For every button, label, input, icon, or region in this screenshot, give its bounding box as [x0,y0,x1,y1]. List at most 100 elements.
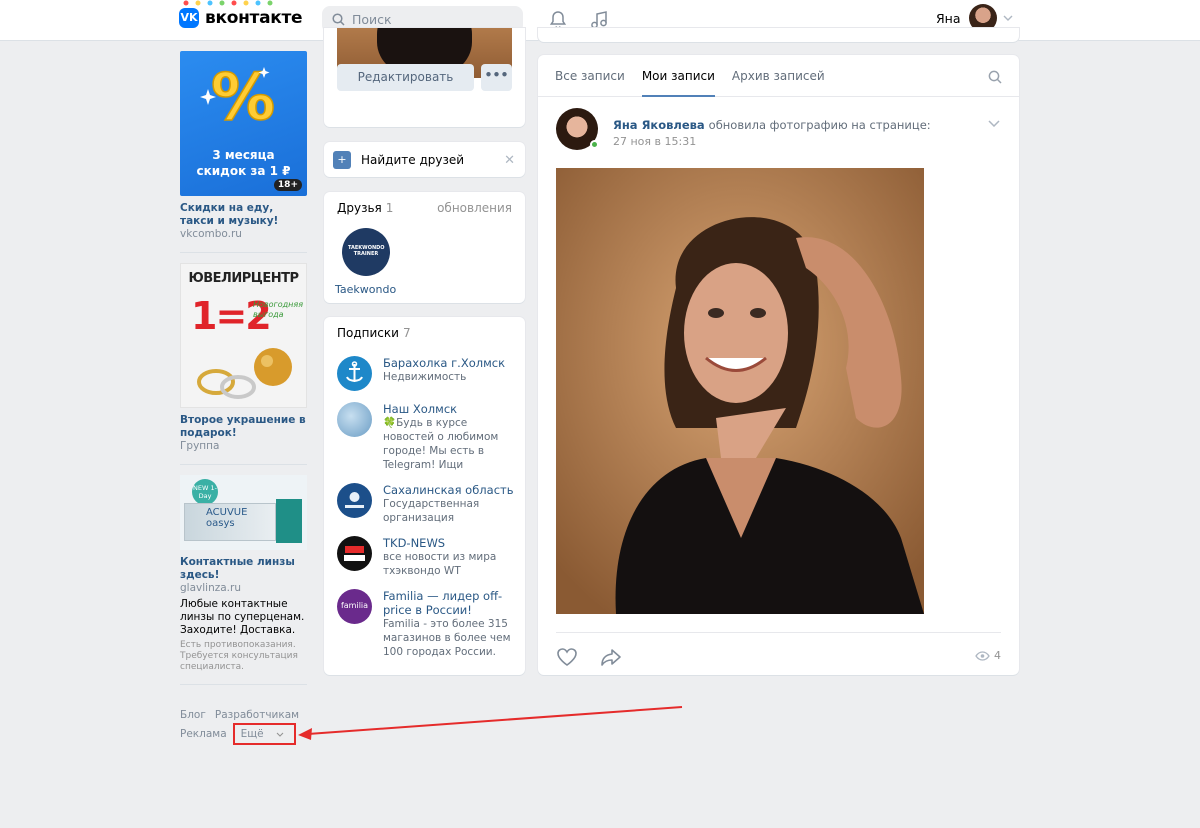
search-placeholder: Поиск [352,12,392,27]
footer-more-button[interactable]: Ещё [232,723,296,745]
annotation-arrow [298,706,683,740]
friends-title: Друзья [337,201,382,215]
profile-photo-card: Редактировать ••• [324,28,525,127]
divider [180,684,307,685]
friend-item[interactable]: TAEKWONDO TRAINER Taekwondo [335,228,397,296]
ad-banner-brand: ЮВЕЛИРЦЕНТР [188,271,299,286]
anchor-icon [346,361,363,382]
left-ads-column: % 3 месяца скидок за 1 ₽ 18+ Скидки на е… [180,41,307,695]
ad-banner-brand: ACUVUE oasys [206,507,248,529]
post-author-avatar[interactable] [556,108,599,150]
subscription-name: Сахалинская область [383,483,514,497]
search-icon [332,13,345,26]
ad-domain[interactable]: Группа [180,440,307,453]
ad-banner-badge: NEW 1-Day [192,479,218,505]
subscription-desc: 🍀Будь в курсе новостей о любимом городе!… [383,417,499,471]
garland-decoration [183,0,273,6]
vk-logo[interactable]: VK вконтакте [179,8,303,28]
wall-top-card [538,28,1019,42]
friends-updates-link[interactable]: обновления [437,201,512,215]
subscriptions-block: Подписки 7 Барахолка г.Холмск Недвижимость… [324,317,525,675]
age-badge: 18+ [273,179,302,191]
subscription-name: Барахолка г.Холмск [383,356,506,370]
post-photo-portrait [556,168,924,614]
find-friends-card[interactable]: + Найдите друзей ✕ [324,142,525,177]
profile-more-button[interactable]: ••• [481,64,512,91]
ad-title[interactable]: Второе украшение в подарок! [180,414,307,440]
subscription-avatar [337,483,372,518]
ad-title[interactable]: Контактные линзы здесь! [180,556,307,582]
region-emblem-icon [345,492,364,508]
more-label: Ещё [240,728,264,740]
ad-domain[interactable]: glavlinza.ru [180,582,307,595]
post-date[interactable]: 27 ноя в 15:31 [613,135,931,148]
vk-logo-text: вконтакте [205,8,303,28]
ad-banner-vkcombo[interactable]: % 3 месяца скидок за 1 ₽ 18+ [180,51,307,196]
rings-ornament-image [197,348,292,399]
subscription-item[interactable]: Барахолка г.Холмск Недвижимость [337,356,517,391]
subscription-name: TKD-NEWS [383,536,446,550]
ad-banner-text: 3 месяца скидок за 1 ₽ [196,148,291,178]
ad-title[interactable]: Скидки на еду, такси и музыку! [180,202,307,228]
subscription-name: Наш Холмск [383,402,458,416]
vk-logo-icon: VK [179,8,199,28]
subscription-avatar [337,356,372,391]
friend-name: Taekwondo [335,283,397,296]
friends-block: Друзья 1 обновления TAEKWONDO TRAINER Tae… [324,192,525,303]
ad-domain[interactable]: vkcombo.ru [180,228,307,241]
online-indicator [590,140,599,149]
subscription-desc: все новости из мира тхэквондо WT [383,551,497,577]
subscriptions-header[interactable]: Подписки 7 [337,326,411,340]
footer-link-developers[interactable]: Разработчикам [215,709,299,721]
subscription-item[interactable]: Наш Холмск 🍀Будь в курсе новостей о любим… [337,402,517,472]
ad-jewelry[interactable]: ЮВЕЛИРЦЕНТР 1=2 Новогодняя выгода Второе… [180,263,307,453]
ad-banner-jewelry[interactable]: ЮВЕЛИРЦЕНТР 1=2 Новогодняя выгода [180,263,307,408]
post-header: Яна Яковлева обновила фотографию на стра… [556,108,931,150]
percent-icon: % [200,60,276,136]
share-arrow-icon[interactable] [600,647,622,667]
tab-all-posts[interactable]: Все записи [555,55,625,96]
tab-posts-archive[interactable]: Архив записей [732,55,825,96]
chevron-down-icon [1003,15,1013,21]
user-name: Яна [936,10,961,26]
edit-profile-button[interactable]: Редактировать [337,64,474,91]
acuvue-box-side [276,499,302,543]
tab-my-posts[interactable]: Мои записи [641,55,716,97]
friend-logo-text: TAEKWONDO TRAINER [348,245,385,257]
divider [180,464,307,465]
familia-logo-text: familia [340,601,369,610]
subscription-desc: Государственная организация [383,498,480,524]
subscription-avatar [337,536,372,571]
find-friends-label: Найдите друзей [361,152,465,167]
ad-banner-acuvue[interactable]: NEW 1-Day ACUVUE oasys [180,475,307,550]
post-footer: 4 [556,632,1001,676]
post-author-name[interactable]: Яна Яковлева [613,118,705,132]
search-icon[interactable] [988,70,1002,84]
wall-tabs: Все записи Мои записи Архив записей [538,55,1019,97]
friends-count: 1 [385,201,394,215]
eye-icon [975,650,990,661]
subscriptions-title: Подписки [337,326,399,340]
footer-link-blog[interactable]: Блог [180,709,206,721]
ad-description: Любые контактные линзы по суперценам. За… [180,598,305,636]
subscription-name: Familia — лидер off-price в России! [383,589,503,617]
close-icon[interactable]: ✕ [504,153,515,168]
subscription-item[interactable]: familia Familia — лидер off-price в Росс… [337,589,517,659]
like-heart-icon[interactable] [556,647,578,667]
subscriptions-count: 7 [402,326,411,340]
friend-avatar: TAEKWONDO TRAINER [342,228,390,276]
subscription-item[interactable]: Сахалинская область Государственная орган… [337,483,517,525]
ad-acuvue[interactable]: NEW 1-Day ACUVUE oasys Контактные линзы … [180,475,307,673]
post-action-text: обновила фотографию на странице: [708,118,931,132]
ad-disclaimer: Есть противопоказания. Требуется консуль… [180,640,298,672]
chevron-down-icon[interactable] [988,120,1000,127]
footer-link-ads[interactable]: Реклама [180,728,227,740]
subscription-avatar [337,402,372,437]
subscription-item[interactable]: TKD-NEWS все новости из мира тхэквондо WT [337,536,517,578]
ad-vkcombo[interactable]: % 3 месяца скидок за 1 ₽ 18+ Скидки на е… [180,51,307,241]
subscription-desc: Familia - это более 315 магазинов в боле… [383,618,511,658]
tkd-news-logo-icon [344,546,365,561]
chevron-down-icon [276,732,284,737]
subscription-desc: Недвижимость [383,371,467,383]
post-photo[interactable] [556,168,924,614]
